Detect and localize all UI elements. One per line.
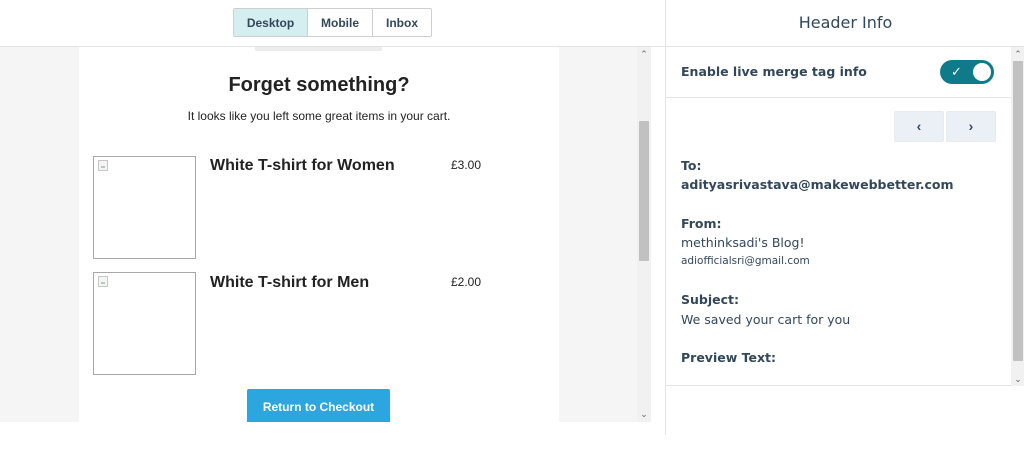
header-info-panel: Header Info Enable live merge tag info ✓… [665, 0, 1024, 435]
product-name: White T-shirt for Men [210, 274, 370, 291]
broken-image-icon [98, 160, 108, 171]
desktop-view-button[interactable]: Desktop [234, 9, 307, 36]
scroll-up-icon[interactable]: ⌃ [1011, 47, 1024, 61]
preview-scrollbar[interactable]: ⌃ ⌄ [637, 47, 651, 422]
scrollbar-thumb[interactable] [639, 121, 649, 261]
subject-label: Subject: [681, 292, 739, 307]
email-body: Forget something? It looks like you left… [79, 47, 559, 422]
scroll-down-icon[interactable]: ⌄ [1011, 372, 1024, 386]
to-value: adityasrivastava@makewebbetter.com [681, 177, 954, 192]
email-preview-area[interactable]: Forget something? It looks like you left… [0, 47, 637, 422]
email-lead-text: It looks like you left some great items … [187, 109, 451, 123]
product-image [93, 272, 196, 375]
next-contact-button[interactable]: › [946, 111, 996, 142]
merge-tag-toggle-row: Enable live merge tag info ✓ [666, 47, 1011, 98]
scroll-up-icon[interactable]: ⌃ [637, 47, 651, 61]
toggle-knob [973, 63, 991, 81]
scrollbar-thumb[interactable] [1013, 61, 1023, 361]
to-label: To: [681, 158, 702, 173]
scroll-down-icon[interactable]: ⌄ [637, 407, 651, 421]
check-icon: ✓ [951, 64, 962, 79]
merge-tag-toggle-label: Enable live merge tag info [681, 64, 867, 79]
from-email: adiofficialsri@gmail.com [681, 255, 810, 267]
panel-title: Header Info [666, 0, 1024, 47]
return-to-checkout-button[interactable]: Return to Checkout [247, 389, 390, 422]
preview-text-label: Preview Text: [681, 350, 776, 365]
email-top-divider [255, 47, 382, 51]
broken-image-icon [98, 276, 108, 287]
view-mode-switcher: Desktop Mobile Inbox [233, 8, 432, 37]
from-name: methinksadi's Blog! [681, 235, 805, 250]
mobile-view-button[interactable]: Mobile [307, 9, 372, 36]
header-info-body: Enable live merge tag info ✓ ‹ › To: adi… [666, 47, 1011, 386]
panel-scrollbar[interactable]: ⌃ ⌄ [1011, 47, 1024, 386]
inbox-view-button[interactable]: Inbox [372, 9, 431, 36]
subject-value: We saved your cart for you [681, 312, 851, 327]
product-name: White T-shirt for Women [210, 157, 395, 174]
merge-tag-toggle[interactable]: ✓ [940, 60, 994, 84]
product-image [93, 156, 196, 259]
from-label: From: [681, 216, 722, 231]
previous-contact-button[interactable]: ‹ [894, 111, 944, 142]
product-price: £2.00 [451, 275, 482, 289]
product-price: £3.00 [451, 158, 482, 172]
preview-toolbar: Desktop Mobile Inbox [0, 0, 665, 47]
preview-gutter [651, 47, 665, 422]
email-heading: Forget something? [228, 74, 410, 96]
